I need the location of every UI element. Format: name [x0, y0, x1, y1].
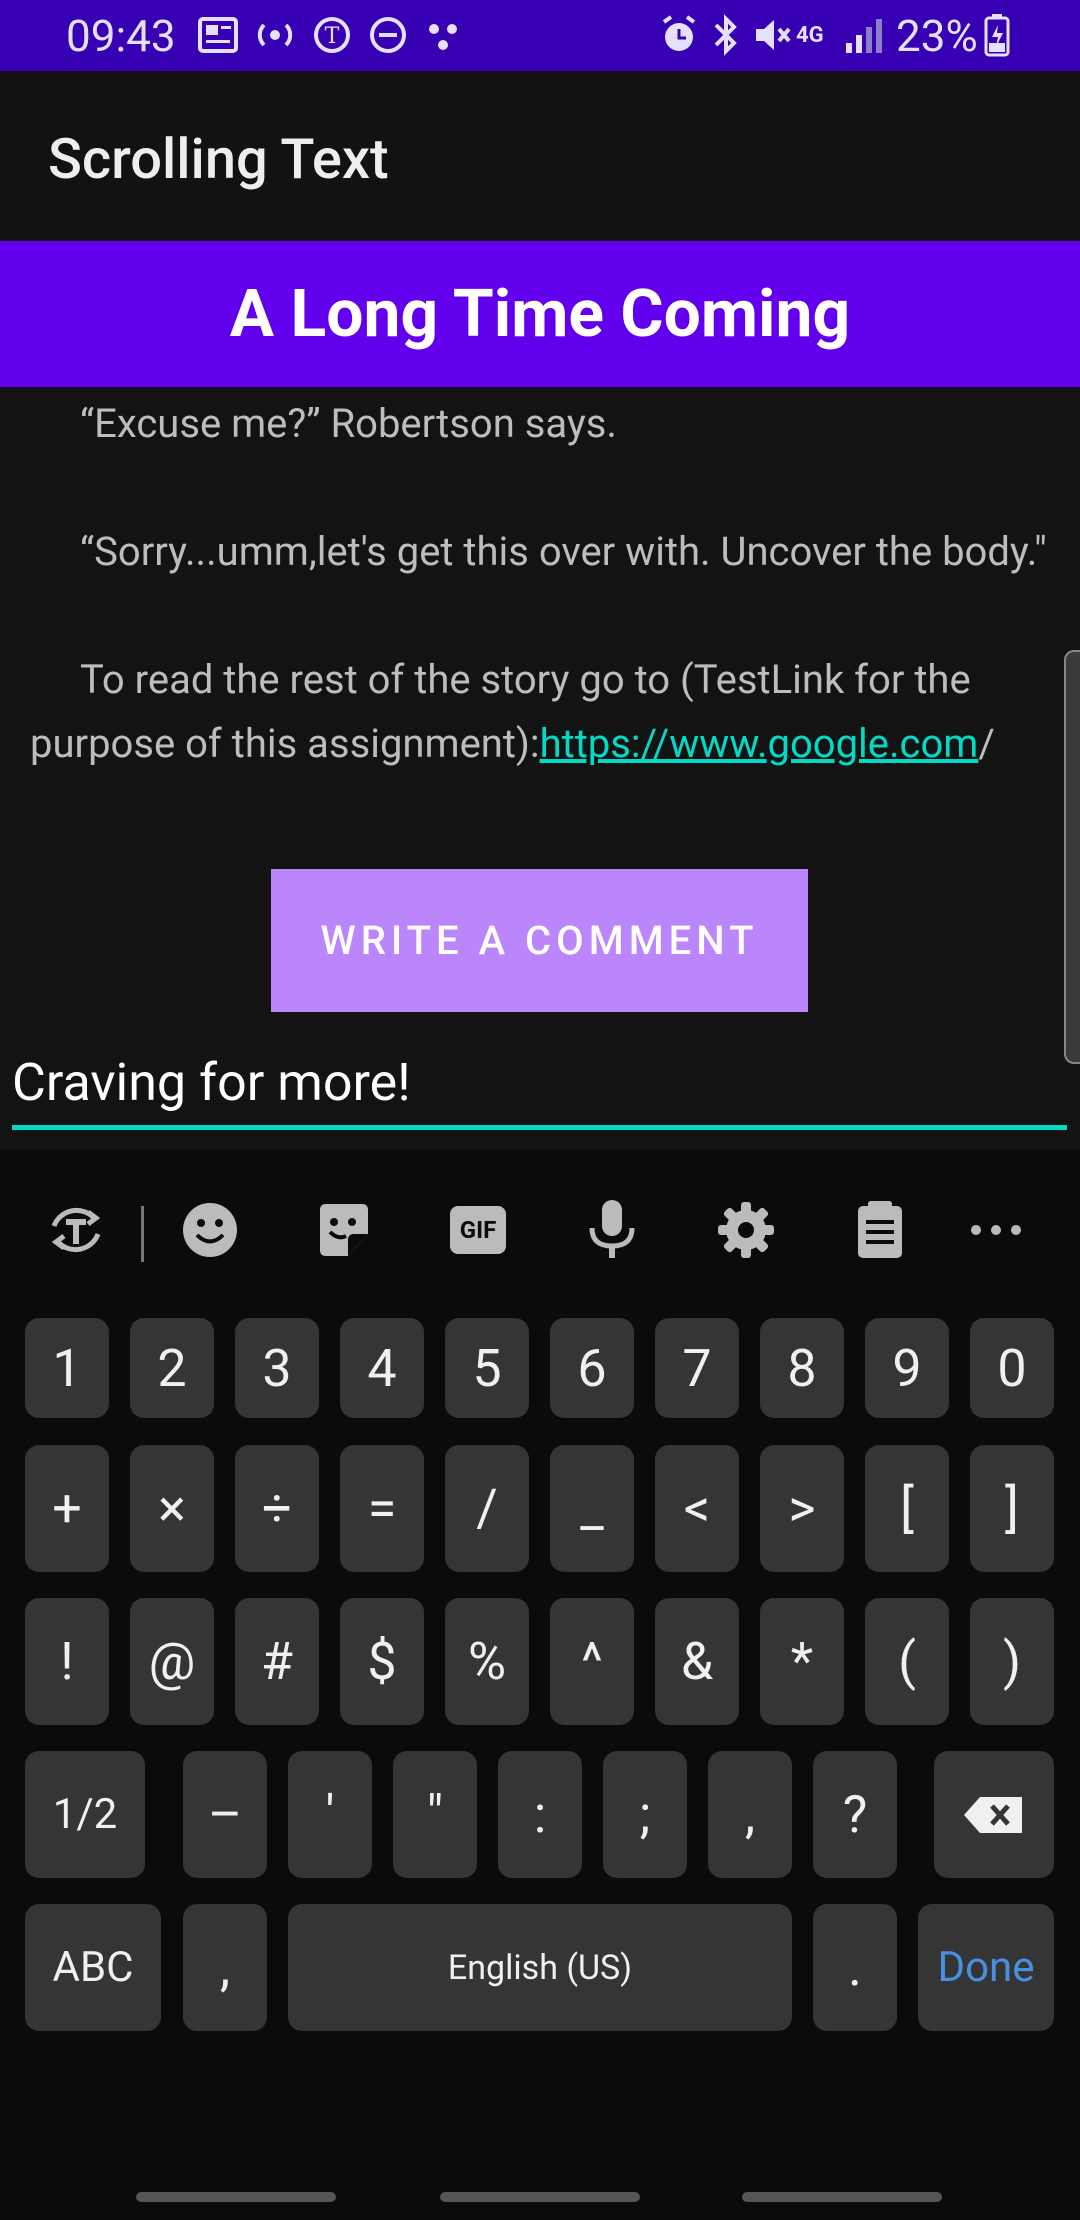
key[interactable]: ): [970, 1598, 1054, 1725]
story-paragraph: “Sorry...umm,let's get this over with. U…: [80, 528, 1047, 575]
abc-key[interactable]: ABC: [25, 1904, 161, 2031]
key[interactable]: #: [235, 1598, 319, 1725]
app-title: Scrolling Text: [48, 126, 389, 192]
key[interactable]: ': [288, 1751, 372, 1878]
key[interactable]: –: [183, 1751, 267, 1878]
key[interactable]: ×: [130, 1445, 214, 1572]
key[interactable]: ?: [813, 1751, 897, 1878]
key[interactable]: 4: [340, 1318, 424, 1418]
key[interactable]: $: [340, 1598, 424, 1725]
story-link[interactable]: https://www.google.com: [540, 720, 979, 767]
signal-icon: [844, 12, 884, 58]
keyboard: GIF 1 2 3 4 5 6 7 8 9 0 + × ÷ = / _ < > …: [0, 1150, 1080, 2220]
key[interactable]: 6: [550, 1318, 634, 1418]
story-header: A Long Time Coming: [0, 241, 1080, 387]
story-body[interactable]: “Excuse me?” Robertson says. “Sorry...um…: [30, 392, 1055, 776]
news-icon: [198, 12, 238, 58]
key[interactable]: @: [130, 1598, 214, 1725]
nav-bar: [0, 2180, 1080, 2220]
key[interactable]: _: [550, 1445, 634, 1572]
status-bar: 09:43 T 4G 23%: [0, 0, 1080, 71]
story-title: A Long Time Coming: [229, 275, 851, 353]
more-icon[interactable]: [964, 1198, 1028, 1262]
nav-pill[interactable]: [742, 2192, 942, 2202]
clipboard-icon[interactable]: [848, 1198, 912, 1262]
backspace-icon: [964, 1796, 1022, 1833]
nav-pill[interactable]: [440, 2192, 640, 2202]
nav-pill[interactable]: [136, 2192, 336, 2202]
keyboard-toolbar: GIF: [0, 1150, 1080, 1300]
backspace-key[interactable]: [934, 1751, 1054, 1878]
settings-icon[interactable]: [714, 1198, 778, 1262]
key[interactable]: ": [393, 1751, 477, 1878]
key[interactable]: >: [760, 1445, 844, 1572]
sticker-icon[interactable]: [312, 1198, 376, 1262]
key[interactable]: 8: [760, 1318, 844, 1418]
key[interactable]: [: [865, 1445, 949, 1572]
status-time: 09:43: [66, 10, 176, 62]
key[interactable]: 0: [970, 1318, 1054, 1418]
key[interactable]: +: [25, 1445, 109, 1572]
done-key[interactable]: Done: [918, 1904, 1054, 2031]
key[interactable]: *: [760, 1598, 844, 1725]
key[interactable]: /: [445, 1445, 529, 1572]
dots-icon: [424, 12, 464, 58]
key[interactable]: (: [865, 1598, 949, 1725]
key[interactable]: 3: [235, 1318, 319, 1418]
key[interactable]: <: [655, 1445, 739, 1572]
alarm-icon: [658, 12, 700, 58]
key[interactable]: =: [340, 1445, 424, 1572]
key[interactable]: %: [445, 1598, 529, 1725]
key[interactable]: 5: [445, 1318, 529, 1418]
emoji-icon[interactable]: [178, 1198, 242, 1262]
app-bar: Scrolling Text: [0, 71, 1080, 241]
key[interactable]: 1: [25, 1318, 109, 1418]
space-key[interactable]: English (US): [288, 1904, 792, 2031]
battery-percent: 23%: [896, 10, 978, 62]
key[interactable]: 2: [130, 1318, 214, 1418]
battery-icon: [984, 12, 1010, 58]
mic-icon[interactable]: [580, 1198, 644, 1262]
hotspot-icon: [252, 12, 298, 58]
key[interactable]: :: [498, 1751, 582, 1878]
translate-icon[interactable]: [44, 1198, 108, 1262]
key[interactable]: ]: [970, 1445, 1054, 1572]
dnd-icon: [368, 12, 408, 58]
svg-text:T: T: [325, 24, 340, 49]
mute-icon: [752, 12, 794, 58]
key[interactable]: !: [25, 1598, 109, 1725]
period-key[interactable]: .: [813, 1904, 897, 2031]
comma-key[interactable]: ,: [183, 1904, 267, 2031]
gif-icon[interactable]: GIF: [446, 1198, 510, 1262]
key[interactable]: &: [655, 1598, 739, 1725]
scrollbar-handle[interactable]: [1064, 650, 1080, 1064]
key[interactable]: ;: [603, 1751, 687, 1878]
key-fraction-page[interactable]: 1/2: [25, 1751, 145, 1878]
story-text: /: [978, 720, 995, 767]
comment-input[interactable]: [12, 1040, 1067, 1130]
toolbar-divider: [141, 1206, 144, 1262]
bluetooth-icon: [708, 12, 744, 58]
key[interactable]: ÷: [235, 1445, 319, 1572]
story-paragraph: “Excuse me?” Robertson says.: [80, 400, 617, 447]
4g-icon: 4G: [796, 22, 824, 48]
nytimes-icon: T: [312, 12, 352, 58]
key[interactable]: 9: [865, 1318, 949, 1418]
key[interactable]: 7: [655, 1318, 739, 1418]
key[interactable]: ^: [550, 1598, 634, 1725]
gif-label: GIF: [450, 1206, 506, 1254]
write-comment-button[interactable]: WRITE A COMMENT: [271, 869, 808, 1012]
key[interactable]: ,: [708, 1751, 792, 1878]
story-paragraph: To read the rest of the story go to (Tes…: [30, 648, 1055, 776]
